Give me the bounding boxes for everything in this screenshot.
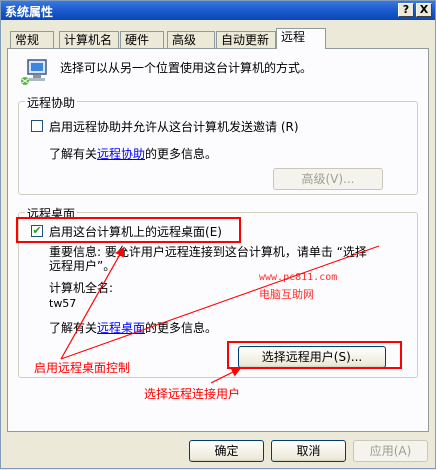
- arrow-enable-desktop-long: [60, 245, 380, 360]
- tab-label: 远程: [281, 30, 306, 44]
- system-properties-window: 系统属性 ? X 常规 计算机名 硬件 高级 自动更新 远程 选择可以从另一个位…: [0, 0, 436, 469]
- arrow-select-users: [210, 367, 242, 384]
- annotation-select-users: 选择远程连接用户: [144, 387, 241, 401]
- arrow-enable-desktop: [60, 246, 125, 360]
- tab-remote[interactable]: 远程: [276, 28, 326, 49]
- annotation-enable-desktop: 启用远程桌面控制: [34, 361, 131, 375]
